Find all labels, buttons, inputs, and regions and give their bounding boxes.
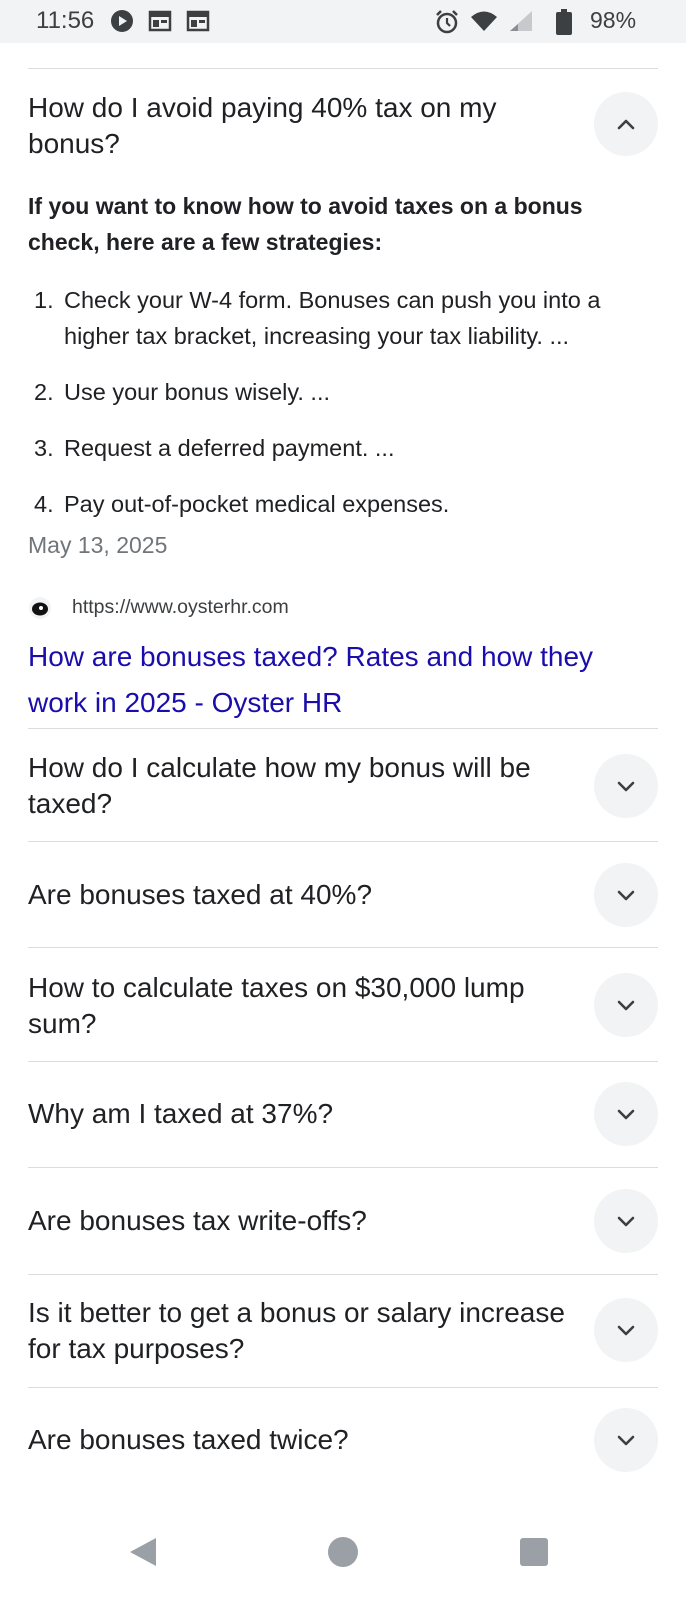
wifi-icon: [470, 9, 498, 38]
list-number: 4.: [34, 491, 54, 517]
signal-icon: [506, 9, 536, 38]
expand-button[interactable]: [594, 863, 658, 927]
list-item-text: Pay out-of-pocket medical expenses.: [64, 491, 450, 517]
system-nav-bar: [0, 1500, 686, 1600]
oyster-favicon-icon: [28, 596, 52, 620]
faq-question[interactable]: Is it better to get a bonus or salary in…: [28, 1295, 588, 1367]
faq-question-expanded[interactable]: How do I avoid paying 40% tax on my bonu…: [28, 90, 588, 162]
faq-question[interactable]: Why am I taxed at 37%?: [28, 1096, 588, 1132]
divider: [28, 1167, 658, 1168]
answer-date: May 13, 2025: [28, 532, 168, 558]
divider: [28, 1274, 658, 1275]
list-number: 3.: [34, 435, 54, 461]
list-item-text: Check your W-4 form. Bonuses can push yo…: [64, 287, 601, 349]
chevron-down-icon: [617, 1435, 635, 1446]
list-item-text: Request a deferred payment. ...: [64, 435, 395, 461]
list-item: 3. Request a deferred payment. ...: [28, 430, 658, 466]
battery-icon: [556, 9, 572, 40]
chevron-down-icon: [617, 890, 635, 901]
recents-icon[interactable]: [512, 1530, 556, 1574]
status-bar: 11:56 98%: [0, 0, 686, 43]
calendar-icon: [186, 9, 210, 38]
calendar-icon: [148, 9, 172, 38]
home-icon[interactable]: [321, 1530, 365, 1574]
chevron-down-icon: [617, 781, 635, 792]
faq-question[interactable]: How do I calculate how my bonus will be …: [28, 750, 588, 822]
list-item-text: Use your bonus wisely. ...: [64, 379, 331, 405]
list-item: 4. Pay out-of-pocket medical expenses.: [28, 486, 658, 522]
expand-button[interactable]: [594, 1189, 658, 1253]
status-time: 11:56: [36, 7, 95, 34]
battery-percent: 98%: [590, 7, 637, 33]
answer-heading: If you want to know how to avoid taxes o…: [28, 193, 583, 255]
play-circle-icon: [110, 9, 134, 38]
chevron-down-icon: [617, 1000, 635, 1011]
chevron-down-icon: [617, 1109, 635, 1120]
divider: [28, 947, 658, 948]
divider: [28, 1061, 658, 1062]
chevron-down-icon: [617, 1216, 635, 1227]
list-number: 2.: [34, 379, 54, 405]
expand-button[interactable]: [594, 973, 658, 1037]
source-url[interactable]: https://www.oysterhr.com: [72, 596, 289, 619]
chevron-up-icon: [617, 119, 635, 130]
faq-question[interactable]: How to calculate taxes on $30,000 lump s…: [28, 970, 588, 1042]
list-number: 1.: [34, 287, 54, 313]
back-icon[interactable]: [122, 1530, 166, 1574]
expand-button[interactable]: [594, 754, 658, 818]
collapse-button[interactable]: [594, 92, 658, 156]
faq-question[interactable]: Are bonuses taxed twice?: [28, 1422, 588, 1458]
list-item: 2. Use your bonus wisely. ...: [28, 374, 658, 410]
expand-button[interactable]: [594, 1408, 658, 1472]
alarm-icon: [434, 9, 460, 40]
expand-button[interactable]: [594, 1082, 658, 1146]
expand-button[interactable]: [594, 1298, 658, 1362]
chevron-down-icon: [617, 1325, 635, 1336]
faq-question[interactable]: Are bonuses tax write-offs?: [28, 1203, 588, 1239]
answer-steps-list: 1. Check your W-4 form. Bonuses can push …: [28, 282, 658, 542]
divider: [28, 728, 658, 729]
list-item: 1. Check your W-4 form. Bonuses can push …: [28, 282, 658, 354]
divider: [28, 1387, 658, 1388]
divider: [28, 68, 658, 69]
divider: [28, 841, 658, 842]
source-title-link[interactable]: How are bonuses taxed? Rates and how the…: [28, 634, 658, 726]
faq-question[interactable]: Are bonuses taxed at 40%?: [28, 877, 588, 913]
